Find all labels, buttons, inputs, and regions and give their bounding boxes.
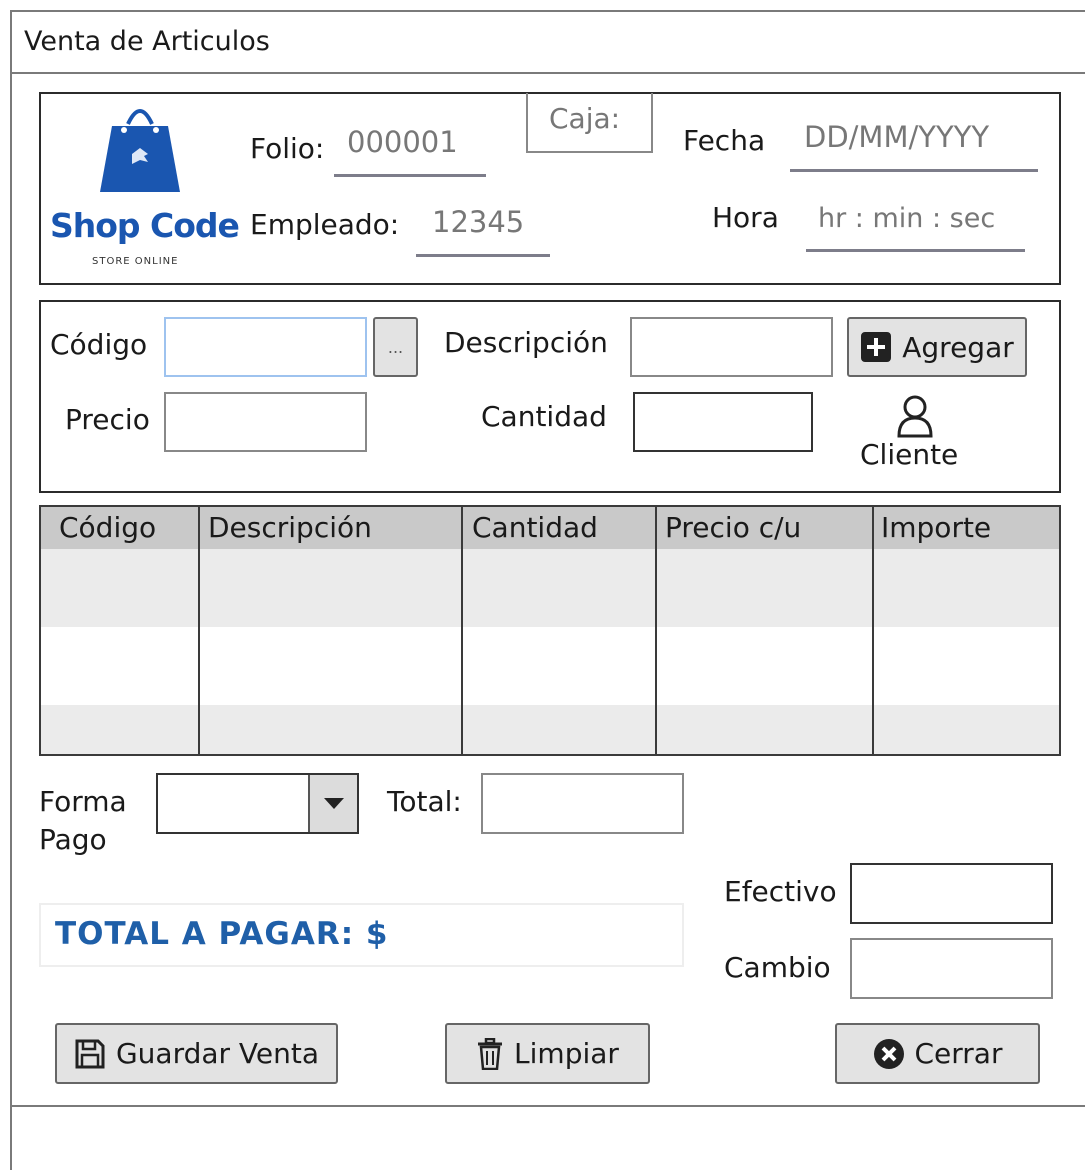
column-header-precio[interactable]: Precio c/u [665,511,801,544]
cantidad-input[interactable] [633,392,813,452]
fecha-underline [790,169,1038,172]
forma-pago-label-line1: Forma [39,785,127,818]
floppy-disk-icon [75,1039,105,1068]
items-table[interactable]: Código Descripción Cantidad Precio c/u I… [39,505,1061,756]
total-label: Total: [387,785,462,818]
column-header-codigo[interactable]: Código [59,511,156,544]
cantidad-label: Cantidad [481,400,607,433]
descripcion-input[interactable] [630,317,833,377]
forma-pago-label-line2: Pago [39,823,107,856]
fecha-value[interactable]: DD/MM/YYYY [804,120,989,154]
limpiar-label: Limpiar [514,1037,619,1070]
limpiar-button[interactable]: Limpiar [445,1023,650,1084]
total-a-pagar-label: TOTAL A PAGAR: $ [55,916,389,952]
column-divider [198,507,200,754]
column-header-descripcion[interactable]: Descripción [208,511,372,544]
caja-label: Caja: [549,102,621,135]
logo-tagline: STORE ONLINE [92,256,179,267]
cliente-label: Cliente [860,438,959,471]
codigo-label: Código [50,328,148,361]
table-row[interactable] [41,705,1059,754]
hora-underline [806,249,1025,252]
shopping-bag-icon [100,109,180,192]
precio-label: Precio [65,403,150,436]
dropdown-toggle[interactable] [308,775,357,832]
browse-codigo-button[interactable]: ... [373,317,418,377]
window-title: Venta de Articulos [24,26,270,57]
trash-icon [478,1037,503,1070]
column-header-cantidad[interactable]: Cantidad [472,511,598,544]
agregar-label: Agregar [902,330,1014,364]
hora-label: Hora [712,201,779,234]
folio-value: 000001 [347,125,458,159]
descripcion-label: Descripción [444,326,608,359]
hora-value[interactable]: hr : min : sec [818,203,995,234]
cerrar-label: Cerrar [914,1037,1003,1070]
empleado-label: Empleado: [250,208,400,241]
close-circle-icon [873,1038,904,1069]
empleado-underline [416,254,550,257]
empleado-value: 12345 [432,205,525,239]
column-divider [872,507,874,754]
logo-brand: Shop Code [50,206,240,245]
fecha-label: Fecha [683,124,766,157]
column-divider [655,507,657,754]
chevron-down-icon [323,797,344,809]
cambio-label: Cambio [724,951,831,984]
table-row[interactable] [41,549,1059,627]
efectivo-label: Efectivo [724,875,837,908]
efectivo-input[interactable] [850,863,1053,924]
table-row[interactable] [41,627,1059,705]
guardar-venta-button[interactable]: Guardar Venta [55,1023,338,1084]
cambio-input[interactable] [850,938,1053,999]
status-bar [10,1105,1085,1107]
plus-square-icon [861,332,892,362]
user-icon [897,395,933,438]
cerrar-button[interactable]: Cerrar [835,1023,1040,1084]
codigo-input[interactable] [164,317,367,377]
logo: Shop Code STORE ONLINE [50,96,240,276]
total-input[interactable] [481,773,684,834]
folio-label: Folio: [250,132,325,165]
agregar-button[interactable]: Agregar [847,317,1027,377]
column-divider [461,507,463,754]
column-header-importe[interactable]: Importe [881,511,991,544]
guardar-venta-label: Guardar Venta [115,1037,320,1070]
cliente-button[interactable]: Cliente [850,392,980,477]
precio-input[interactable] [164,392,367,452]
folio-underline [334,174,486,177]
forma-pago-select[interactable] [156,773,359,834]
browse-codigo-label: ... [387,337,404,357]
